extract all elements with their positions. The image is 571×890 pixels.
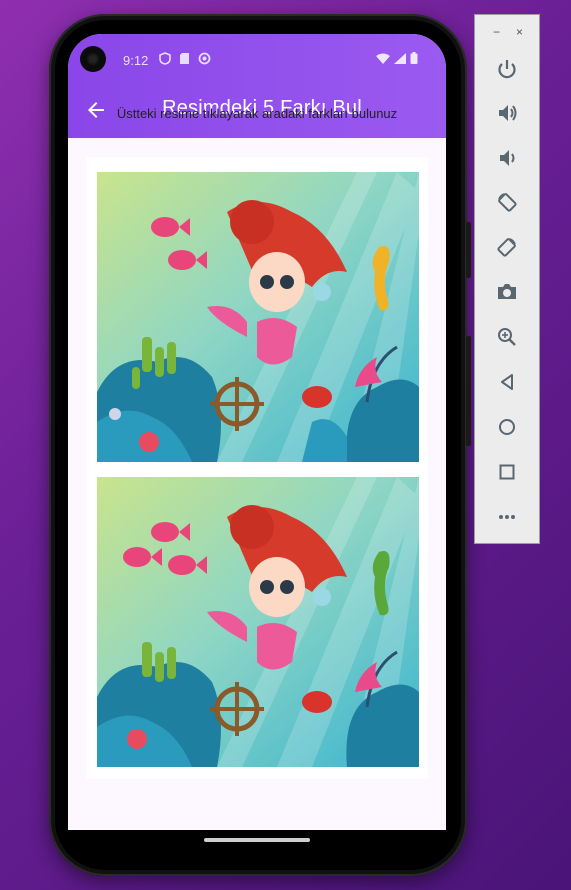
close-icon[interactable]: × [516,25,523,39]
phone-power-button [466,222,471,278]
rotate-left-icon[interactable] [495,190,519,214]
zoom-icon[interactable] [495,325,519,349]
volume-up-icon[interactable] [495,101,519,125]
more-icon[interactable] [495,505,519,529]
instruction-text: Üstteki resime tıklayarak aradaki farkla… [116,106,398,121]
volume-down-icon[interactable] [495,146,519,170]
overview-icon[interactable] [495,460,519,484]
original-picture[interactable] [97,172,419,462]
home-icon[interactable] [495,415,519,439]
back-icon[interactable] [495,370,519,394]
status-time: 9:12 [123,53,149,68]
gesture-nav-handle[interactable] [204,838,310,842]
shield-icon [159,52,171,65]
emulator-toolbar: − × [474,14,540,544]
power-icon[interactable] [495,57,519,81]
front-camera [80,46,106,72]
phone-volume-button [466,336,471,446]
rotate-right-icon[interactable] [495,235,519,259]
sim-card-icon [180,53,189,64]
status-bar: 9:12 [68,34,446,82]
signal-icon [394,52,406,64]
minimize-icon[interactable]: − [493,25,500,39]
differences-picture [97,477,419,767]
camera-icon[interactable] [495,280,519,304]
wifi-icon [376,53,390,64]
sync-icon [198,52,211,65]
battery-icon [410,52,418,64]
